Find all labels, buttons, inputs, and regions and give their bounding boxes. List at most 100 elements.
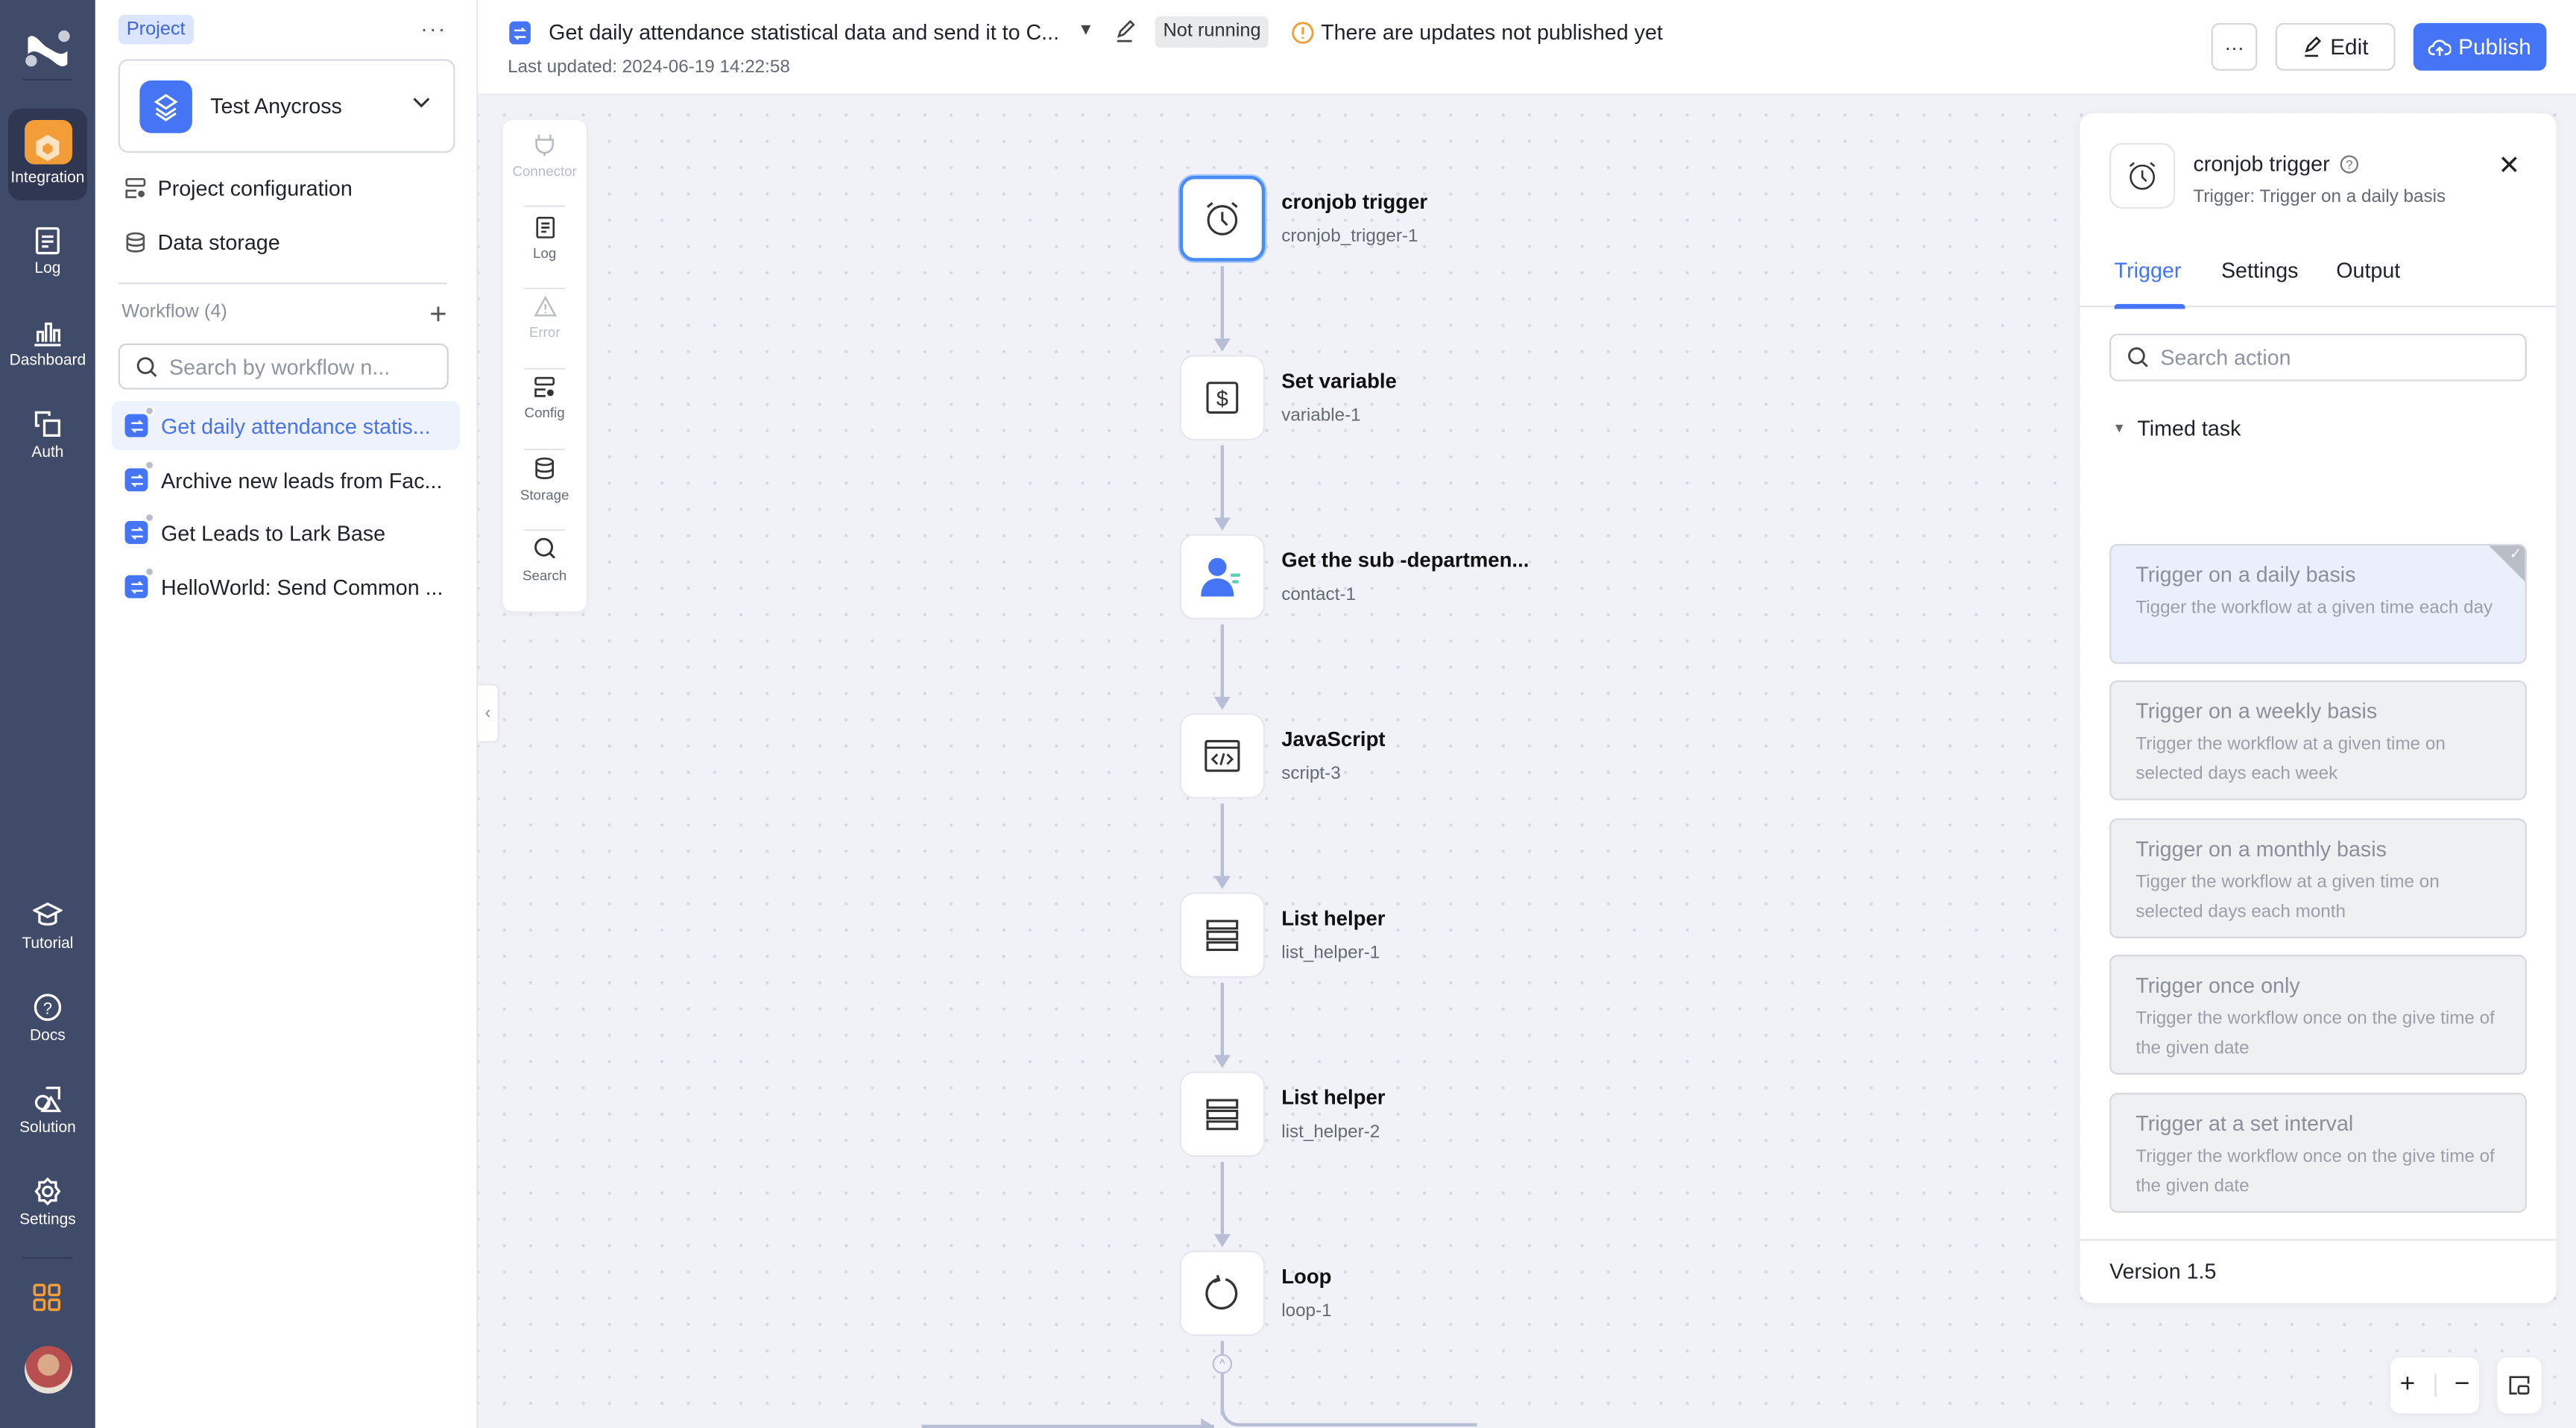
inspector-title-text: cronjob trigger <box>2193 151 2330 176</box>
tab-settings[interactable]: Settings <box>2221 258 2299 282</box>
workflow-label: HelloWorld: Send Common ... <box>161 574 443 599</box>
node-title: List helper <box>1281 907 1386 930</box>
project-more-button[interactable]: ··· <box>420 16 446 41</box>
workflow-header-bar: Get daily attendance statistical data an… <box>478 0 2576 95</box>
config-icon <box>125 177 146 198</box>
node-title: List helper <box>1281 1086 1386 1110</box>
group-label: Timed task <box>2137 415 2241 440</box>
rail-label: Solution <box>19 1119 76 1137</box>
warning-text: There are updates not published yet <box>1321 19 1663 45</box>
rail-item-auth[interactable]: Auth <box>8 398 87 490</box>
search-icon <box>136 356 157 376</box>
rail-item-integration[interactable]: Integration <box>8 108 87 200</box>
loop-branch-lines <box>921 1401 1477 1428</box>
edge-arrow <box>1213 338 1231 352</box>
tool-search[interactable]: Search <box>502 537 586 610</box>
tool-log[interactable]: Log <box>502 215 586 288</box>
rail-item-tutorial[interactable]: Tutorial <box>8 889 87 981</box>
action-search-input[interactable]: Search action <box>2109 333 2527 382</box>
tab-trigger[interactable]: Trigger <box>2115 258 2182 282</box>
tab-output[interactable]: Output <box>2336 258 2400 282</box>
workflow-node[interactable] <box>1179 1250 1266 1336</box>
collapse-panel-button[interactable]: ‹ <box>478 683 500 743</box>
app-logo-icon <box>25 30 70 67</box>
collapse-loop-button[interactable]: ^ <box>1212 1353 1233 1374</box>
edit-button[interactable]: Edit <box>2275 22 2396 71</box>
tool-connector[interactable]: Connector <box>502 133 586 206</box>
help-icon[interactable]: ? <box>2340 154 2359 173</box>
rail-divider <box>22 78 72 81</box>
svg-text:?: ? <box>2346 157 2353 171</box>
trigger-option-card[interactable]: Trigger on a weekly basis Trigger the wo… <box>2109 680 2527 800</box>
edge-connector <box>1220 266 1225 339</box>
workflow-header: Workflow (4) <box>121 302 227 323</box>
node-id: loop-1 <box>1281 1301 1332 1321</box>
rail-item-log[interactable]: Log <box>8 214 87 306</box>
workflow-item[interactable]: Get Leads to Lark Base <box>112 508 460 557</box>
zoom-in-button[interactable]: + <box>2400 1371 2416 1400</box>
workflow-node[interactable] <box>1179 892 1266 978</box>
edge-arrow <box>1213 876 1231 889</box>
close-icon[interactable]: ✕ <box>2498 150 2521 183</box>
database-icon <box>535 457 555 479</box>
add-workflow-button[interactable]: + <box>429 299 446 329</box>
workflow-switch-caret-icon[interactable]: ▼ <box>1078 22 1094 40</box>
workflow-icon <box>124 460 155 492</box>
timed-task-group-toggle[interactable]: ▼ Timed task <box>2112 416 2241 440</box>
rename-pencil-icon[interactable] <box>1114 19 1135 42</box>
workflow-node[interactable] <box>1179 534 1266 620</box>
workflow-node[interactable]: $ <box>1179 355 1266 440</box>
apps-grid-icon[interactable] <box>33 1283 61 1312</box>
rail-label: Dashboard <box>9 351 86 370</box>
workflow-search-input[interactable]: Search by workflow n... <box>118 343 449 390</box>
trigger-option-card[interactable]: Trigger once only Trigger the workflow o… <box>2109 955 2527 1075</box>
data-storage-link[interactable]: Data storage <box>125 225 280 258</box>
dashboard-icon <box>34 322 61 347</box>
tool-label: Connector <box>512 162 577 180</box>
workflow-node[interactable] <box>1179 713 1266 799</box>
search-placeholder: Search action <box>2160 345 2291 370</box>
plug-icon <box>535 134 555 157</box>
fit-view-button[interactable] <box>2497 1357 2542 1414</box>
alarm-clock-icon <box>1207 202 1238 236</box>
trigger-option-card[interactable]: Trigger on a monthly basis Tigger the wo… <box>2109 818 2527 938</box>
more-actions-button[interactable]: ··· <box>2211 22 2258 71</box>
warning-circle-icon <box>1292 21 1314 43</box>
workflow-node[interactable] <box>1179 1071 1266 1157</box>
edit-label: Edit <box>2330 34 2369 60</box>
rail-label: Docs <box>30 1027 66 1046</box>
trigger-option-card[interactable]: Trigger on a daily basis Tigger the work… <box>2109 543 2527 664</box>
auth-icon <box>34 411 61 437</box>
rail-item-settings[interactable]: Settings <box>8 1165 87 1257</box>
tool-storage[interactable]: Storage <box>502 457 586 529</box>
menu-label: Data storage <box>157 229 280 254</box>
trigger-option-card[interactable]: Trigger at a set interval Trigger the wo… <box>2109 1093 2527 1213</box>
rail-divider <box>22 1257 72 1259</box>
card-title: Trigger once only <box>2135 973 2300 998</box>
settings-icon <box>34 1177 61 1206</box>
workflow-icon <box>124 512 155 544</box>
workflow-title[interactable]: Get daily attendance statistical data an… <box>549 19 1059 44</box>
rail-item-dashboard[interactable]: Dashboard <box>8 306 87 397</box>
workflow-item[interactable]: HelloWorld: Send Common ... <box>112 562 460 611</box>
project-selector[interactable]: Test Anycross <box>118 59 455 154</box>
workflow-canvas[interactable]: Connector Log Error Config Storage Searc… <box>478 95 2576 1428</box>
search-icon <box>534 537 555 559</box>
node-id: cronjob_trigger-1 <box>1281 227 1418 247</box>
workflow-item[interactable]: Archive new leads from Fac... <box>112 455 460 505</box>
tool-config[interactable]: Config <box>502 376 586 449</box>
project-configuration-link[interactable]: Project configuration <box>125 171 353 203</box>
publish-button[interactable]: Publish <box>2413 22 2547 71</box>
tool-error[interactable]: Error <box>502 295 586 368</box>
divider <box>524 287 566 290</box>
user-avatar[interactable] <box>25 1345 72 1394</box>
workflow-node[interactable] <box>1179 175 1266 262</box>
zoom-out-button[interactable]: − <box>2455 1371 2470 1400</box>
rail-item-docs[interactable]: ? Docs <box>8 981 87 1072</box>
run-status-badge: Not running <box>1155 16 1269 48</box>
loop-icon <box>1205 1274 1238 1309</box>
node-id: contact-1 <box>1281 584 1356 605</box>
card-description: Trigger the workflow once on the give ti… <box>2135 1147 2495 1197</box>
workflow-item[interactable]: Get daily attendance statis... <box>111 400 461 451</box>
rail-item-solution[interactable]: Solution <box>8 1073 87 1165</box>
